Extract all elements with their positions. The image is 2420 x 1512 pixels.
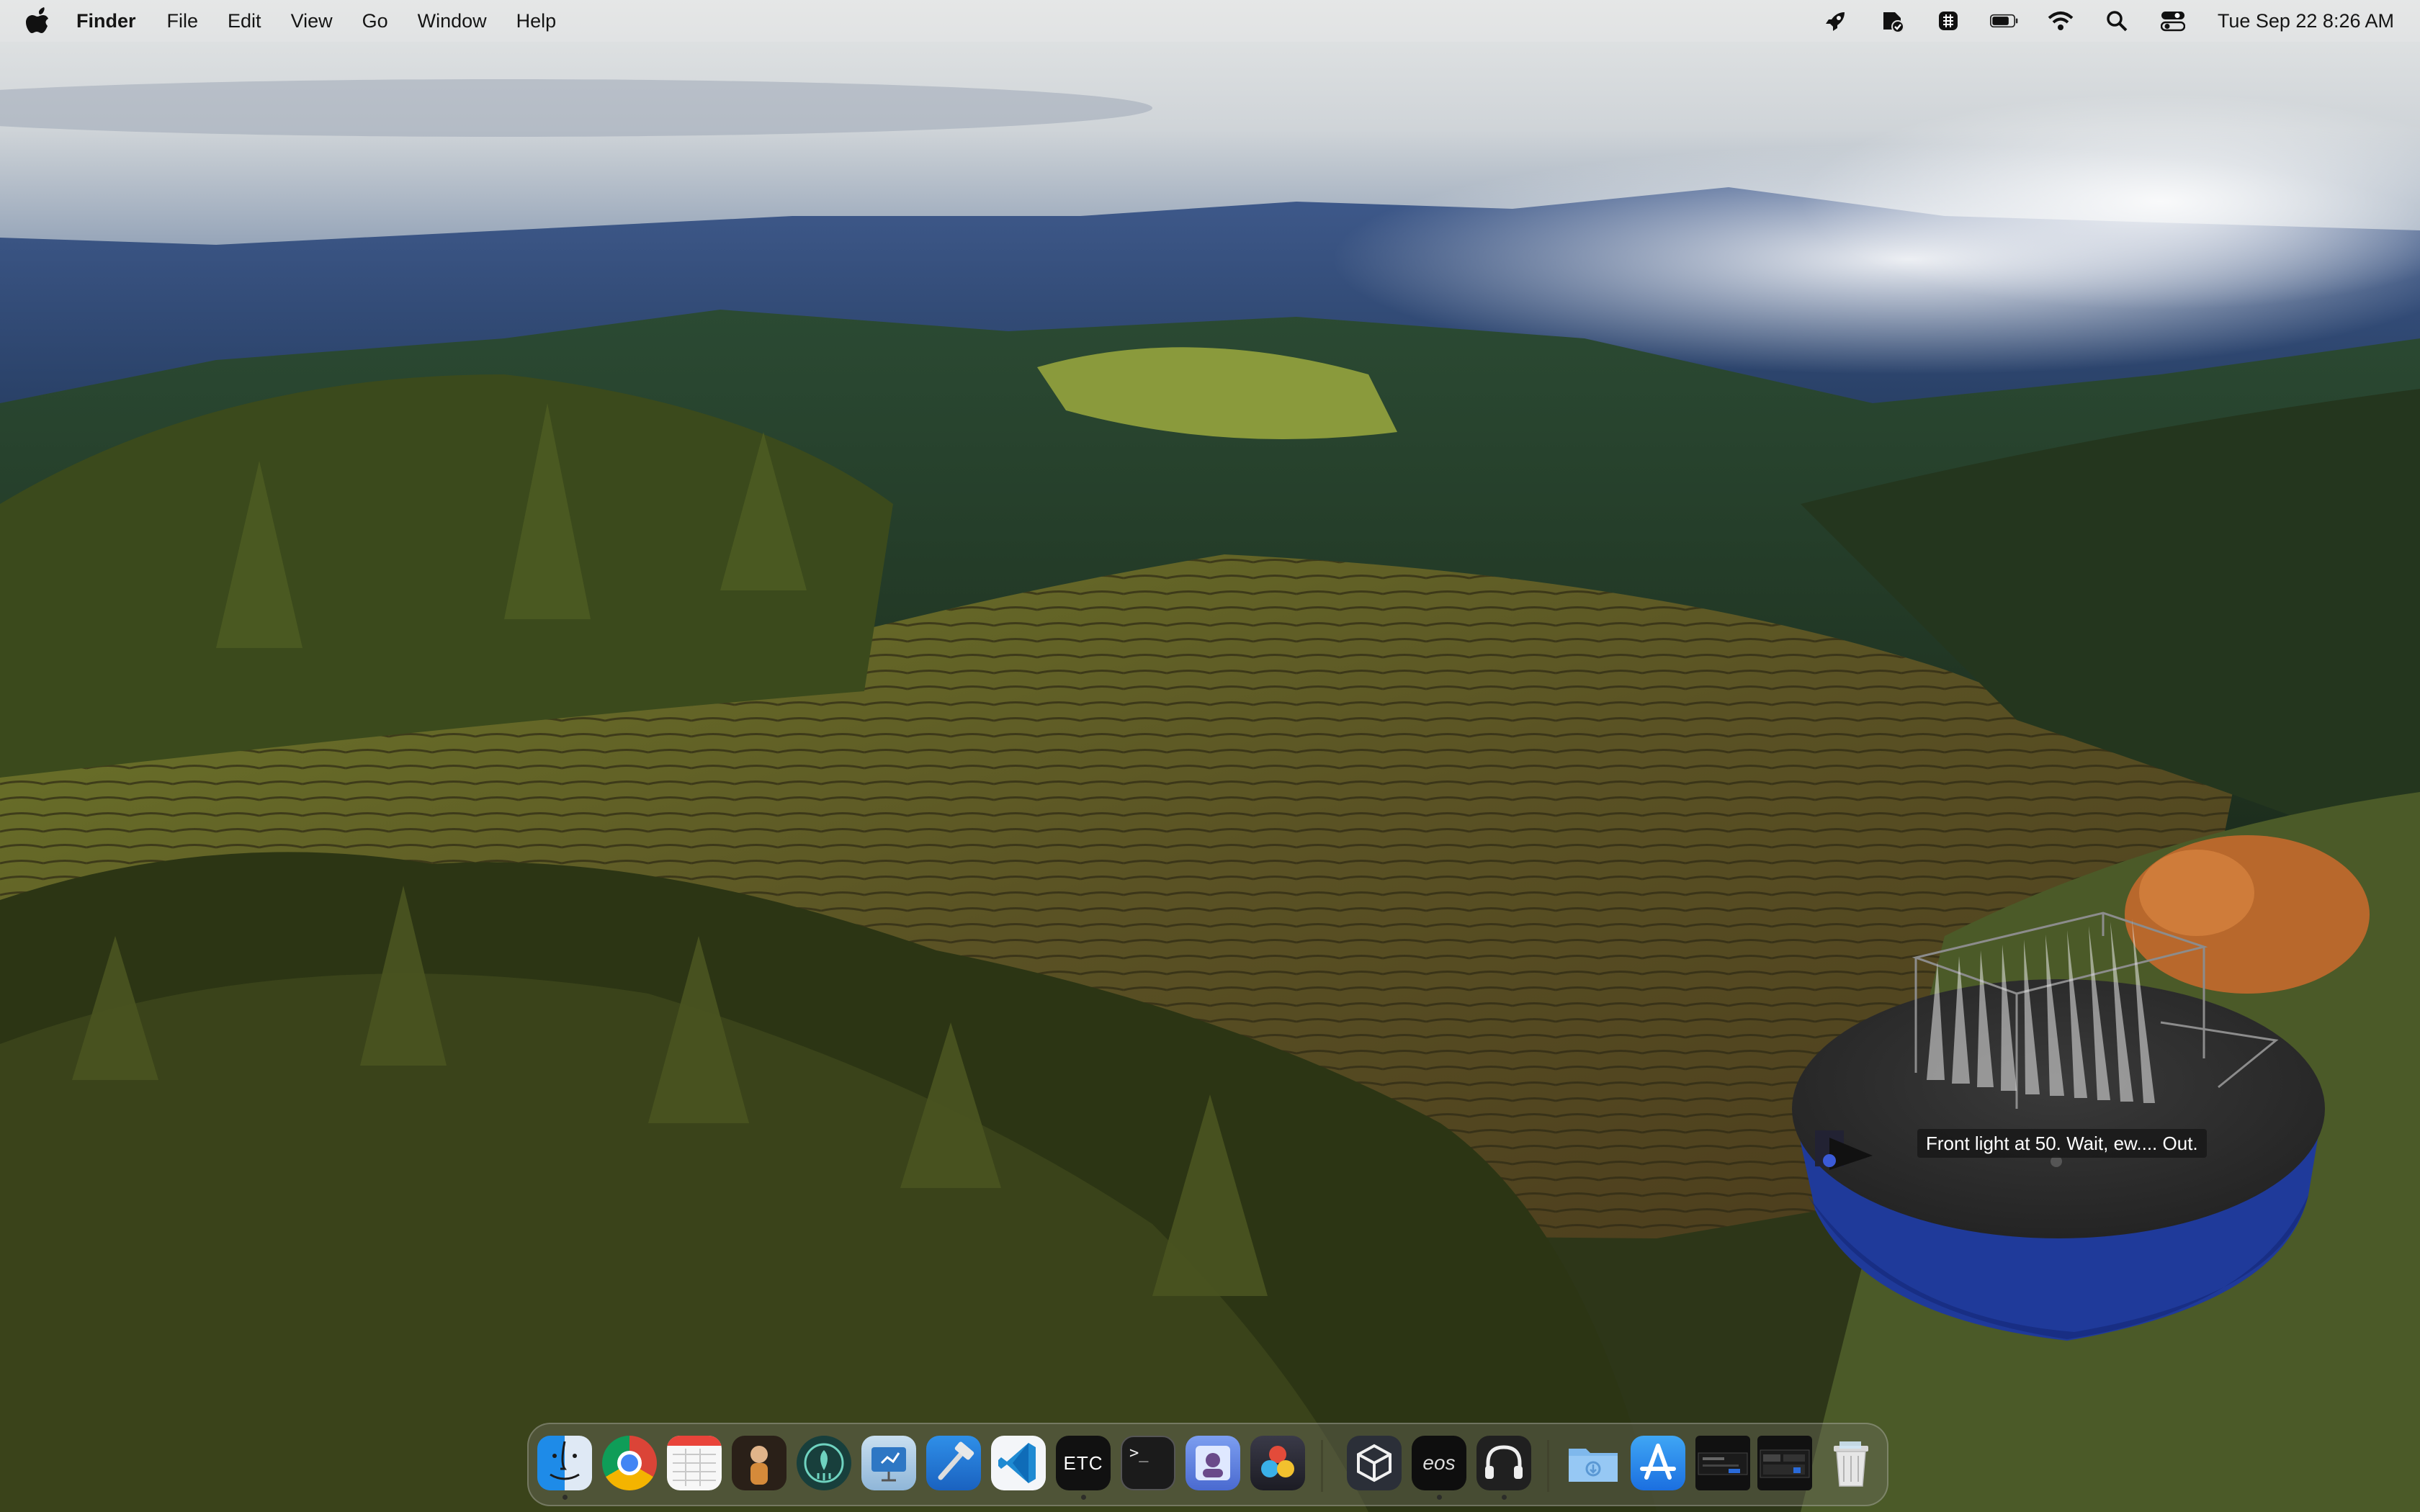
- check-badge-icon[interactable]: [1878, 6, 1906, 35]
- menu-app-name[interactable]: Finder: [76, 10, 136, 32]
- finder-icon[interactable]: [537, 1436, 592, 1490]
- terminal-icon-label: >_: [1129, 1444, 1149, 1462]
- spreadsheet-icon[interactable]: [667, 1436, 722, 1490]
- menu-file[interactable]: File: [167, 10, 199, 32]
- rocket-icon[interactable]: [1821, 6, 1850, 35]
- app-store-icon[interactable]: [1631, 1436, 1685, 1490]
- dock-separator-2: [1547, 1440, 1549, 1492]
- terminal-icon[interactable]: >_: [1121, 1436, 1175, 1490]
- trash-icon[interactable]: [1824, 1436, 1878, 1490]
- presentation-icon[interactable]: [861, 1436, 916, 1490]
- wifi-icon[interactable]: [2046, 6, 2075, 35]
- finder-running-indicator: [563, 1495, 568, 1500]
- downloads-folder-icon[interactable]: [1566, 1436, 1621, 1490]
- dock: ETC >_ eos: [527, 1423, 1888, 1506]
- menu-help[interactable]: Help: [516, 10, 557, 32]
- chrome-center-dot: [621, 1454, 638, 1472]
- stage-floor: [1792, 979, 2325, 1238]
- headset-running-indicator: [1502, 1495, 1507, 1500]
- avatar-app-icon[interactable]: [732, 1436, 786, 1490]
- menu-bar-clock[interactable]: Tue Sep 22 8:26 AM: [2218, 10, 2394, 32]
- davinci-icon[interactable]: [1250, 1436, 1305, 1490]
- eos-running-indicator: [1437, 1495, 1442, 1500]
- chrome-icon[interactable]: [602, 1436, 657, 1490]
- apple-icon[interactable]: [26, 7, 52, 35]
- stage-visualizer[interactable]: [1786, 893, 2334, 1354]
- headphones-icon[interactable]: [1476, 1436, 1531, 1490]
- unity-icon[interactable]: [1347, 1436, 1402, 1490]
- stage-tooltip: Front light at 50. Wait, ew.... Out.: [1917, 1129, 2207, 1158]
- window-thumbnail-icon[interactable]: [1757, 1436, 1812, 1490]
- vscode-icon[interactable]: [991, 1436, 1046, 1490]
- window-thumbnail-icon[interactable]: [1695, 1436, 1750, 1490]
- preview-icon[interactable]: [1186, 1436, 1240, 1490]
- menu-view[interactable]: View: [291, 10, 333, 32]
- menu-window[interactable]: Window: [418, 10, 487, 32]
- etc-icon-label: ETC: [1063, 1452, 1103, 1474]
- hammer-icon[interactable]: [926, 1436, 981, 1490]
- menu-go[interactable]: Go: [362, 10, 388, 32]
- dock-separator: [1321, 1440, 1323, 1492]
- grid-badge-icon[interactable]: [1934, 6, 1963, 35]
- gitkraken-icon[interactable]: [797, 1436, 851, 1490]
- menu-edit[interactable]: Edit: [228, 10, 261, 32]
- control-center-icon[interactable]: [2159, 6, 2187, 35]
- etc-icon[interactable]: ETC: [1056, 1436, 1111, 1490]
- menu-bar: Finder File Edit View Go Window Help Tue…: [0, 0, 2420, 42]
- battery-icon[interactable]: [1989, 6, 2019, 35]
- eos-icon-label: eos: [1422, 1452, 1456, 1474]
- eos-icon[interactable]: eos: [1412, 1436, 1466, 1490]
- etc-running-indicator: [1081, 1495, 1086, 1500]
- search-icon[interactable]: [2102, 6, 2131, 35]
- desktop: Front light at 50. Wait, ew.... Out. Fin…: [0, 0, 2420, 1512]
- chrome-center: [617, 1451, 642, 1475]
